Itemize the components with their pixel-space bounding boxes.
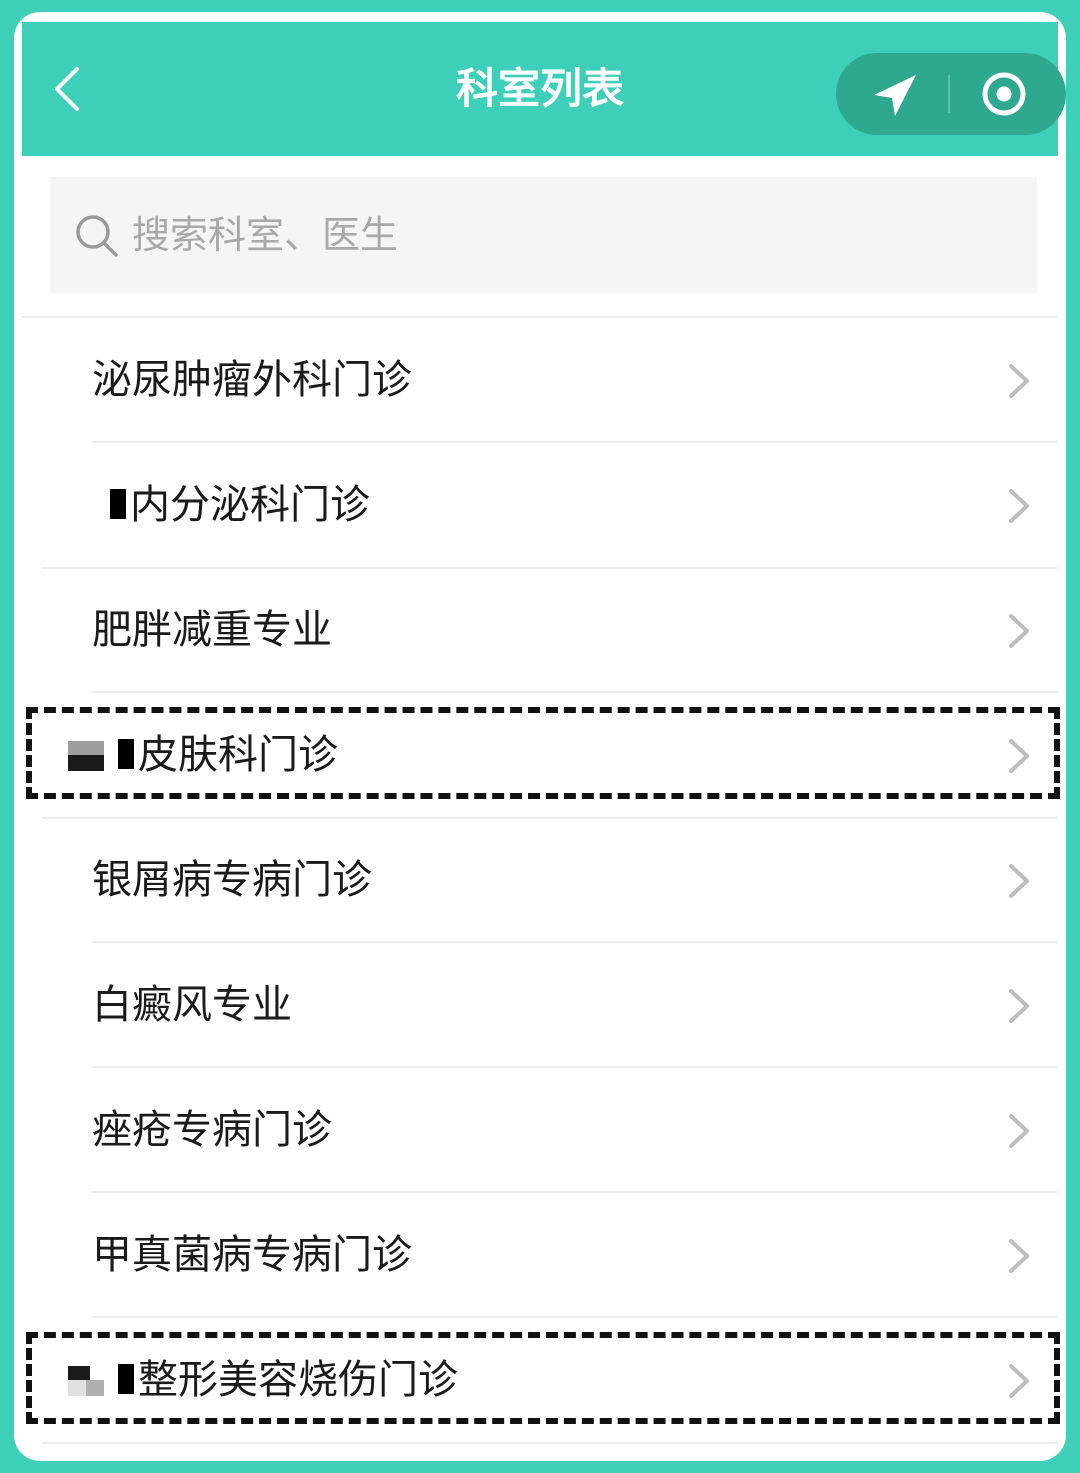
department-label: 整形美容烧伤门诊 bbox=[138, 1357, 458, 1403]
search-input[interactable] bbox=[132, 177, 1012, 293]
department-label-wrap: 皮肤科门诊 bbox=[118, 693, 338, 818]
department-label: 肥胖减重专业 bbox=[92, 607, 332, 653]
chevron-right-icon bbox=[1009, 489, 1029, 523]
navigation-arrow-icon bbox=[874, 75, 916, 116]
department-label: 泌尿肿瘤外科门诊 bbox=[92, 357, 412, 403]
department-label: 内分泌科门诊 bbox=[130, 482, 370, 528]
search-icon bbox=[76, 215, 118, 257]
department-item-vitiligo[interactable]: 白癜风专业 bbox=[22, 943, 1058, 1068]
mosaic-icon bbox=[68, 741, 104, 771]
department-item-onychomycosis[interactable]: 甲真菌病专病门诊 bbox=[22, 1193, 1058, 1318]
chevron-right-icon bbox=[1009, 864, 1029, 898]
redaction-mark bbox=[110, 489, 126, 519]
department-label-wrap: 内分泌科门诊 bbox=[110, 443, 370, 568]
department-item-urology-oncology[interactable]: 泌尿肿瘤外科门诊 bbox=[22, 318, 1058, 443]
department-item-dermatology[interactable]: 皮肤科门诊 bbox=[22, 693, 1058, 818]
chevron-right-icon bbox=[1009, 989, 1029, 1023]
close-mini-program-button[interactable] bbox=[950, 53, 1060, 135]
department-item-obesity[interactable]: 肥胖减重专业 bbox=[22, 568, 1058, 693]
row-divider bbox=[42, 1442, 1058, 1444]
department-item-plastic-surgery-burns[interactable]: 整形美容烧伤门诊 bbox=[22, 1318, 1058, 1443]
location-button[interactable] bbox=[836, 53, 946, 135]
department-label: 甲真菌病专病门诊 bbox=[92, 1232, 412, 1278]
chevron-right-icon bbox=[1009, 1239, 1029, 1273]
nav-header: 科室列表 bbox=[22, 22, 1066, 156]
department-item-endocrinology[interactable]: 内分泌科门诊 bbox=[22, 443, 1058, 568]
search-bar[interactable] bbox=[50, 177, 1037, 293]
department-label: 银屑病专病门诊 bbox=[92, 857, 372, 903]
mosaic-icon bbox=[68, 1366, 104, 1396]
chevron-right-icon bbox=[1009, 1364, 1029, 1398]
app-frame: 科室列表 泌尿肿瘤外科门诊 bbox=[14, 12, 1066, 1461]
redaction-mark bbox=[118, 1364, 134, 1394]
chevron-right-icon bbox=[1009, 614, 1029, 648]
chevron-right-icon bbox=[1009, 364, 1029, 398]
department-label: 痤疮专病门诊 bbox=[92, 1107, 332, 1153]
mini-program-capsule bbox=[836, 53, 1066, 135]
department-label: 皮肤科门诊 bbox=[138, 732, 338, 778]
chevron-right-icon bbox=[1009, 1114, 1029, 1148]
redaction-mark bbox=[118, 739, 134, 769]
department-label-wrap: 整形美容烧伤门诊 bbox=[118, 1318, 458, 1443]
record-circle-icon bbox=[982, 72, 1026, 116]
department-item-acne[interactable]: 痤疮专病门诊 bbox=[22, 1068, 1058, 1193]
chevron-right-icon bbox=[1009, 739, 1029, 773]
department-label: 白癜风专业 bbox=[92, 982, 292, 1028]
department-item-psoriasis[interactable]: 银屑病专病门诊 bbox=[22, 818, 1058, 943]
